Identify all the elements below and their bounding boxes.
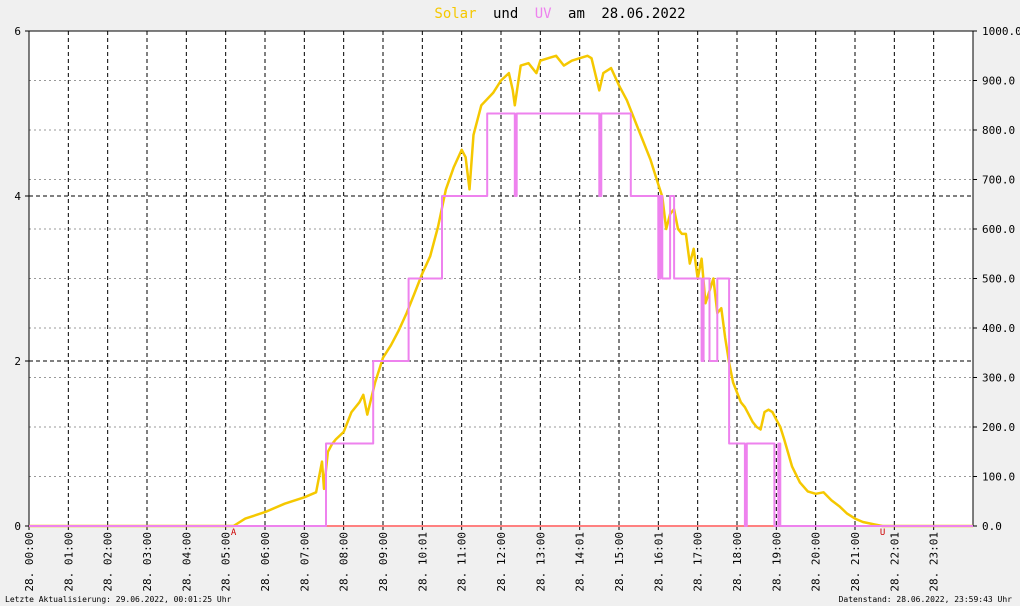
y-right-tick-label: 800.0	[982, 124, 1015, 137]
y-left-tick-label: 0	[14, 520, 21, 533]
x-tick-label: 28. 13:00	[534, 532, 547, 592]
y-right-tick-label: 0.0	[982, 520, 1002, 533]
x-tick-label: 28. 21:00	[849, 532, 862, 592]
x-tick-label: 28. 16:01	[652, 532, 665, 592]
x-tick-label: 28. 11:00	[456, 532, 469, 592]
x-tick-label: 28. 02:00	[102, 532, 115, 592]
x-tick-label: 28. 12:00	[495, 532, 508, 592]
x-tick-label: 28. 07:00	[298, 532, 311, 592]
y-right-tick-label: 1000.0	[982, 25, 1020, 38]
sun-marker-label: U	[880, 528, 885, 538]
grid-lines	[29, 31, 973, 526]
y-right-tick-label: 300.0	[982, 372, 1015, 385]
y-right-tick-label: 400.0	[982, 322, 1015, 335]
title-am: am	[568, 6, 585, 22]
y-right-tick-label: 700.0	[982, 174, 1015, 187]
x-tick-label: 28. 19:00	[770, 532, 783, 592]
x-tick-label: 28. 18:00	[731, 532, 744, 592]
x-tick-label: 28. 04:00	[180, 532, 193, 592]
x-tick-label: 28. 09:00	[377, 532, 390, 592]
x-tick-label: 28. 10:01	[416, 532, 429, 592]
x-tick-label: 28. 05:00	[220, 532, 233, 592]
y-right-tick-label: 900.0	[982, 75, 1015, 88]
y-right-tick-label: 500.0	[982, 273, 1015, 286]
y-right-tick-label: 200.0	[982, 421, 1015, 434]
title-solar: Solar	[434, 6, 476, 22]
y-right-tick-label: 600.0	[982, 223, 1015, 236]
x-tick-label: 28. 15:00	[613, 532, 626, 592]
x-tick-label: 28. 20:00	[810, 532, 823, 592]
x-tick-label: 28. 08:00	[338, 532, 351, 592]
x-tick-label: 28. 22:01	[888, 532, 901, 592]
y-left-tick-label: 4	[14, 190, 21, 203]
x-tick-label: 28. 17:00	[692, 532, 705, 592]
footer-data-status: Datenstand: 28.06.2022, 23:59:43 Uhr	[838, 595, 1012, 604]
x-tick-label: 28. 03:00	[141, 532, 154, 592]
x-tick-label: 28. 14:01	[574, 532, 587, 592]
title-date: 28.06.2022	[601, 6, 685, 22]
chart-title: Solar und UV am 28.06.2022	[434, 6, 685, 22]
x-tick-label: 28. 01:00	[62, 532, 75, 592]
title-uv: UV	[535, 6, 552, 22]
x-tick-label: 28. 00:00	[23, 532, 36, 592]
title-und: und	[493, 6, 518, 22]
sun-marker-label: A	[231, 528, 237, 538]
y-left-tick-label: 6	[14, 25, 21, 38]
y-right-tick-label: 100.0	[982, 471, 1015, 484]
y-left-tick-label: 2	[14, 355, 21, 368]
solar-uv-chart: Solar und UV am 28.06.2022 28. 00:00 28. …	[14, 6, 1020, 592]
x-tick-label: 28. 23:01	[928, 532, 941, 592]
footer-last-update: Letzte Aktualisierung: 29.06.2022, 00:01…	[5, 595, 232, 604]
x-tick-label: 28. 06:00	[259, 532, 272, 592]
